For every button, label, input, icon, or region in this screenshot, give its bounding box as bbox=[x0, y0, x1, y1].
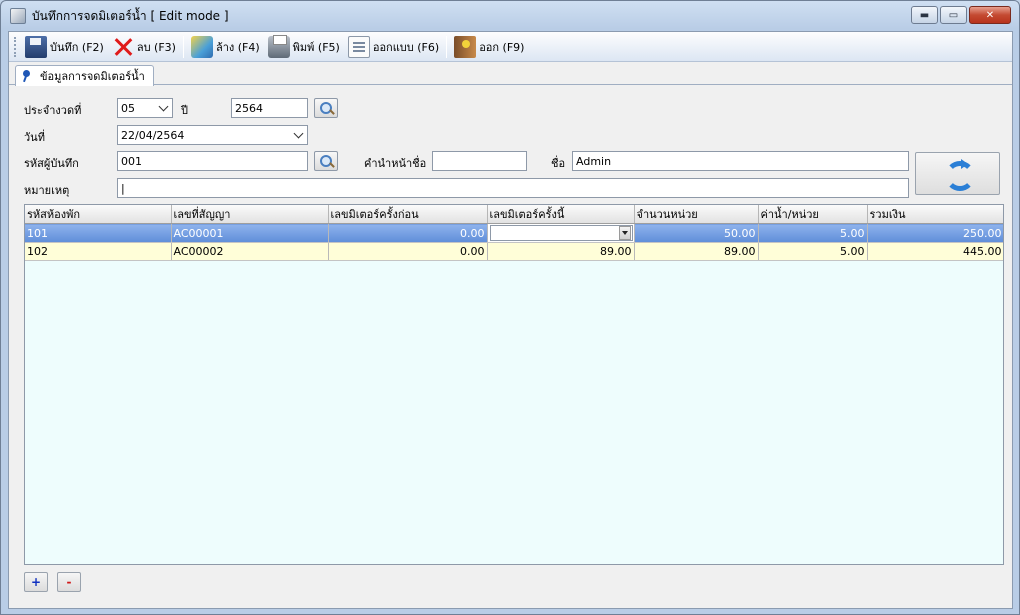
cell-rate[interactable]: 5.00 bbox=[758, 242, 868, 261]
tab-strip: ข้อมูลการจดมิเตอร์น้ำ bbox=[9, 63, 1012, 86]
tab-label: ข้อมูลการจดมิเตอร์น้ำ bbox=[40, 70, 145, 83]
delete-button[interactable]: ลบ (F3) bbox=[108, 35, 180, 59]
add-row-button[interactable]: + bbox=[24, 572, 48, 592]
toolbar-grip[interactable] bbox=[14, 36, 18, 57]
print-button[interactable]: พิมพ์ (F5) bbox=[264, 34, 344, 59]
curr-meter-spin-input[interactable]: 50.00 bbox=[489, 225, 633, 241]
cell-total[interactable]: 250.00 bbox=[867, 223, 1003, 243]
period-select[interactable]: 05 bbox=[117, 98, 173, 118]
print-label: พิมพ์ (F5) bbox=[292, 40, 340, 54]
cell-units[interactable]: 89.00 bbox=[634, 242, 759, 261]
column-header-room[interactable]: รหัสห้องพัก bbox=[25, 205, 172, 224]
cell-curr-meter[interactable]: 89.00 bbox=[487, 242, 635, 261]
save-label: บันทึก (F2) bbox=[50, 40, 104, 54]
cell-curr-meter-editor[interactable]: 50.00 bbox=[487, 223, 635, 243]
cell-prev-meter[interactable]: 0.00 bbox=[328, 223, 488, 243]
cell-units[interactable]: 50.00 bbox=[634, 223, 759, 243]
date-picker[interactable]: 22/04/2564 bbox=[117, 125, 308, 145]
pin-icon bbox=[22, 70, 32, 82]
toolbar-separator bbox=[446, 35, 448, 58]
meter-grid[interactable]: รหัสห้องพัก เลขที่สัญญา เลขมิเตอร์ครั้งก… bbox=[24, 204, 1004, 565]
title-bar[interactable]: บันทึกการจดมิเตอร์น้ำ [ Edit mode ] ▬ ▭ … bbox=[1, 1, 1019, 31]
grid-header-row: รหัสห้องพัก เลขที่สัญญา เลขมิเตอร์ครั้งก… bbox=[25, 205, 1003, 224]
clear-label: ล้าง (F4) bbox=[215, 40, 260, 54]
curr-meter-value: 50.00 bbox=[585, 226, 617, 240]
column-header-rate[interactable]: ค่าน้ำ/หน่วย bbox=[758, 205, 868, 224]
year-search-button[interactable] bbox=[314, 98, 338, 118]
refresh-button[interactable] bbox=[915, 152, 1000, 195]
name-label: ชื่อ bbox=[551, 157, 566, 170]
save-button[interactable]: บันทึก (F2) bbox=[21, 35, 108, 59]
cell-total[interactable]: 445.00 bbox=[867, 242, 1003, 261]
app-window: บันทึกการจดมิเตอร์น้ำ [ Edit mode ] ▬ ▭ … bbox=[0, 0, 1020, 615]
cell-room[interactable]: 102 bbox=[25, 242, 172, 261]
design-label: ออกแบบ (F6) bbox=[372, 40, 440, 54]
table-row[interactable]: 102 AC00002 0.00 89.00 89.00 5.00 445.00 bbox=[25, 242, 1003, 261]
cell-contract[interactable]: AC00002 bbox=[171, 242, 329, 261]
delete-x-icon bbox=[112, 36, 134, 58]
clear-broom-icon bbox=[190, 35, 213, 58]
window-title: บันทึกการจดมิเตอร์น้ำ [ Edit mode ] bbox=[32, 8, 229, 23]
date-label: วันที่ bbox=[24, 131, 45, 144]
column-header-prev-meter[interactable]: เลขมิเตอร์ครั้งก่อน bbox=[328, 205, 488, 224]
remove-row-button[interactable]: - bbox=[57, 572, 81, 592]
refresh-icon bbox=[943, 158, 975, 191]
column-header-total[interactable]: รวมเงิน bbox=[867, 205, 1003, 224]
recorder-input[interactable]: 001 bbox=[117, 151, 308, 171]
restore-button[interactable]: ▭ bbox=[940, 6, 967, 24]
design-button[interactable]: ออกแบบ (F6) bbox=[344, 35, 443, 59]
period-label: ประจำงวดที่ bbox=[24, 104, 82, 117]
recorder-label: รหัสผู้บันทึก bbox=[24, 157, 79, 170]
chevron-down-icon[interactable] bbox=[290, 127, 306, 143]
prefix-input[interactable] bbox=[432, 151, 527, 171]
column-header-contract[interactable]: เลขที่สัญญา bbox=[171, 205, 329, 224]
cell-rate[interactable]: 5.00 bbox=[758, 223, 868, 243]
minimize-button[interactable]: ▬ bbox=[911, 6, 938, 24]
period-value: 05 bbox=[121, 101, 135, 115]
cell-prev-meter[interactable]: 0.00 bbox=[328, 242, 488, 261]
exit-button[interactable]: ออก (F9) bbox=[450, 35, 528, 59]
meter-table: รหัสห้องพัก เลขที่สัญญา เลขมิเตอร์ครั้งก… bbox=[25, 205, 1003, 261]
exit-door-icon bbox=[454, 35, 477, 58]
date-value: 22/04/2564 bbox=[121, 128, 185, 142]
cell-contract[interactable]: AC00001 bbox=[171, 223, 329, 243]
toolbar-separator bbox=[182, 35, 184, 58]
window-controls: ▬ ▭ ✕ bbox=[911, 6, 1011, 24]
app-icon bbox=[10, 8, 26, 24]
prefix-label: คำนำหน้าชื่อ bbox=[364, 157, 427, 170]
toolbar: บันทึก (F2) ลบ (F3) ล้าง (F4) พิมพ์ (F5)… bbox=[9, 32, 1012, 62]
note-label: หมายเหตุ bbox=[24, 184, 70, 197]
recorder-search-button[interactable] bbox=[314, 151, 338, 171]
name-input[interactable]: Admin bbox=[572, 151, 909, 171]
chevron-down-icon[interactable] bbox=[155, 100, 171, 116]
tab-meter-info[interactable]: ข้อมูลการจดมิเตอร์น้ำ bbox=[15, 65, 154, 86]
table-row[interactable]: 101 AC00001 0.00 50.00 50.00 5.00 250.00 bbox=[25, 223, 1003, 243]
year-label: ปี bbox=[181, 104, 188, 117]
column-header-units[interactable]: จำนวนหน่วย bbox=[634, 205, 759, 224]
close-button[interactable]: ✕ bbox=[969, 6, 1011, 24]
note-input[interactable]: | bbox=[117, 178, 909, 198]
delete-label: ลบ (F3) bbox=[136, 40, 176, 54]
dropdown-arrow-icon[interactable] bbox=[618, 226, 631, 240]
client-area: บันทึก (F2) ลบ (F3) ล้าง (F4) พิมพ์ (F5)… bbox=[8, 31, 1013, 609]
floppy-disk-icon bbox=[25, 35, 47, 58]
column-header-curr-meter[interactable]: เลขมิเตอร์ครั้งนี้ bbox=[487, 205, 635, 224]
clear-button[interactable]: ล้าง (F4) bbox=[187, 35, 264, 59]
exit-label: ออก (F9) bbox=[479, 40, 525, 54]
document-icon bbox=[347, 35, 370, 58]
cell-room[interactable]: 101 bbox=[25, 223, 172, 243]
year-input[interactable]: 2564 bbox=[231, 98, 308, 118]
printer-icon bbox=[267, 34, 290, 58]
